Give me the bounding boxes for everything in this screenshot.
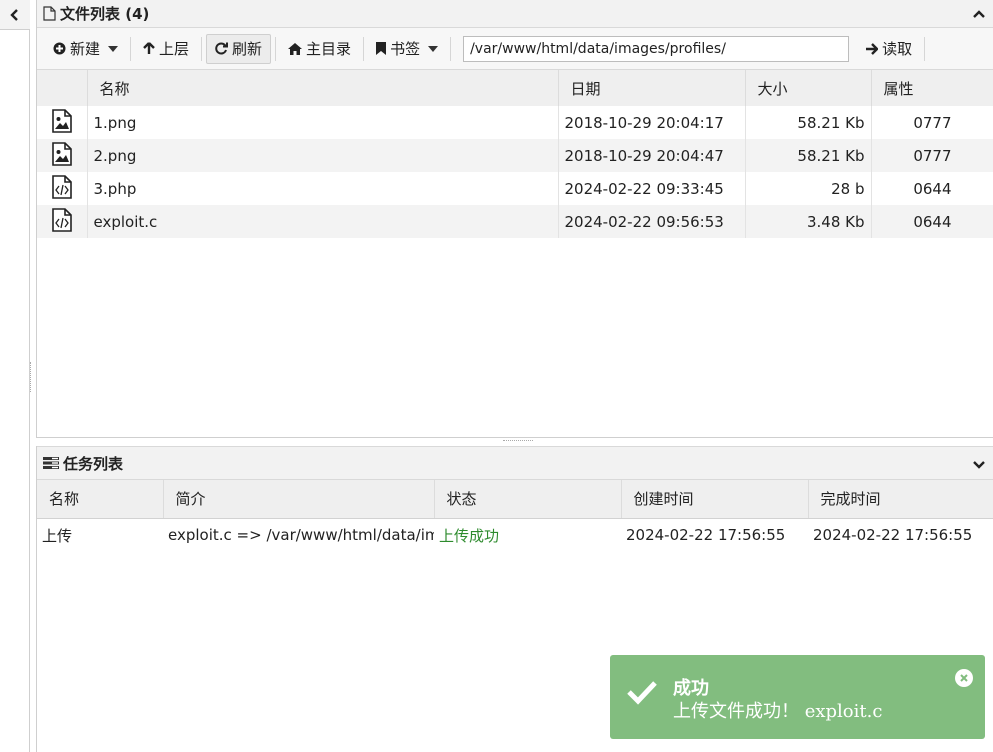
home-dir-button[interactable]: 主目录 — [280, 34, 359, 64]
file-panel-header: 文件列表 (4) — [37, 0, 993, 28]
toast-message: 上传文件成功！ exploit.c — [673, 701, 883, 722]
bookmark-button[interactable]: 书签 — [368, 34, 446, 64]
attr-column-header[interactable]: 属性 — [871, 70, 993, 106]
file-name[interactable]: exploit.c — [87, 205, 559, 238]
file-toolbar: 新建 上层 刷新 主目录 书签 /var/www/html/data/image… — [37, 28, 993, 70]
up-level-label: 上层 — [159, 40, 190, 58]
close-icon — [960, 674, 968, 682]
toolbar-divider — [363, 36, 365, 61]
table-row[interactable]: 1.png 2018-10-29 20:04:17 58.21 Kb 0777 — [37, 106, 993, 139]
task-finished: 2024-02-22 17:56:55 — [813, 526, 973, 545]
new-button-label: 新建 — [70, 40, 101, 58]
file-size: 3.48 Kb — [745, 205, 872, 238]
table-row[interactable]: 2.png 2018-10-29 20:04:47 58.21 Kb 0777 — [37, 139, 993, 172]
task-panel-header: 任务列表 — [37, 446, 993, 480]
new-button[interactable]: 新建 — [45, 34, 126, 64]
task-desc-header[interactable]: 简介 — [163, 480, 435, 519]
path-input[interactable] — [463, 35, 850, 62]
chevron-left-icon — [10, 8, 18, 21]
file-icon — [43, 6, 56, 21]
file-size: 28 b — [745, 172, 872, 205]
code-file-icon — [51, 174, 72, 199]
home-icon — [288, 42, 303, 55]
refresh-button[interactable]: 刷新 — [206, 33, 272, 64]
task-status: 上传成功 — [439, 526, 500, 545]
home-dir-label: 主目录 — [306, 40, 352, 58]
toolbar-divider — [275, 36, 277, 61]
sidebar-resize-handle[interactable] — [30, 362, 34, 392]
collapse-panel-button[interactable] — [973, 456, 985, 474]
toast-close-button[interactable] — [955, 669, 973, 687]
task-name: 上传 — [42, 526, 73, 545]
task-desc: exploit.c => /var/www/html/data/im — [168, 526, 434, 545]
file-size: 58.21 Kb — [745, 106, 872, 139]
task-created-header[interactable]: 创建时间 — [621, 480, 809, 519]
toolbar-divider — [450, 36, 452, 61]
tasks-icon — [43, 457, 59, 469]
refresh-label: 刷新 — [232, 40, 263, 58]
plus-circle-icon — [53, 42, 66, 55]
file-name[interactable]: 2.png — [87, 139, 559, 172]
refresh-icon — [215, 42, 229, 55]
task-table-header: 名称 简介 状态 创建时间 完成时间 — [37, 480, 993, 519]
file-size: 58.21 Kb — [745, 139, 872, 172]
arrow-right-icon — [865, 42, 879, 55]
file-panel-title: 文件列表 (4) — [60, 5, 150, 23]
chevron-up-icon — [973, 10, 985, 18]
caret-down-icon — [108, 45, 119, 52]
date-column-header[interactable]: 日期 — [558, 70, 746, 106]
task-panel-title: 任务列表 — [63, 454, 124, 473]
bookmark-label: 书签 — [390, 40, 421, 58]
bookmark-icon — [376, 42, 387, 55]
success-toast: 成功 上传文件成功！ exploit.c — [610, 655, 985, 739]
file-table-header: 名称 日期 大小 属性 — [37, 70, 993, 106]
toolbar-divider — [924, 36, 926, 61]
table-row[interactable]: exploit.c 2024-02-22 09:56:53 3.48 Kb 06… — [37, 205, 993, 238]
read-button[interactable]: 读取 — [857, 34, 920, 64]
file-date: 2024-02-22 09:56:53 — [558, 205, 746, 238]
task-name-header[interactable]: 名称 — [37, 480, 164, 519]
arrow-up-icon — [143, 42, 155, 55]
file-name[interactable]: 3.php — [87, 172, 559, 205]
checkmark-icon — [626, 679, 658, 709]
file-date: 2018-10-29 20:04:17 — [558, 106, 746, 139]
collapse-sidebar-button[interactable] — [0, 0, 30, 30]
left-sidebar — [0, 0, 31, 752]
toolbar-divider — [201, 36, 203, 61]
task-status-header[interactable]: 状态 — [434, 480, 622, 519]
file-attr[interactable]: 0644 — [871, 172, 993, 205]
up-level-button[interactable]: 上层 — [135, 34, 197, 64]
icon-column-header — [37, 70, 88, 106]
file-attr[interactable]: 0644 — [871, 205, 993, 238]
app-root: 文件列表 (4) 新建 上层 刷新 主目录 书签 /var/www/html/d… — [0, 0, 993, 752]
caret-down-icon — [428, 45, 439, 52]
code-file-icon — [51, 207, 72, 232]
table-row[interactable]: 3.php 2024-02-22 09:33:45 28 b 0644 — [37, 172, 993, 205]
task-finished-header[interactable]: 完成时间 — [808, 480, 993, 519]
read-button-label: 读取 — [882, 40, 913, 58]
size-column-header[interactable]: 大小 — [745, 70, 872, 106]
table-row[interactable]: 上传 exploit.c => /var/www/html/data/im 上传… — [37, 518, 993, 552]
file-date: 2018-10-29 20:04:47 — [558, 139, 746, 172]
file-attr[interactable]: 0777 — [871, 106, 993, 139]
toolbar-divider — [130, 36, 132, 61]
file-date: 2024-02-22 09:33:45 — [558, 172, 746, 205]
collapse-panel-button[interactable] — [973, 5, 985, 23]
chevron-down-icon — [973, 461, 985, 469]
panel-resize-handle[interactable] — [503, 440, 533, 443]
task-created: 2024-02-22 17:56:55 — [626, 526, 786, 545]
file-table: 名称 日期 大小 属性 1.png 2018-10-29 20:04:17 58… — [37, 70, 993, 238]
file-panel: 文件列表 (4) 新建 上层 刷新 主目录 书签 /var/www/html/d… — [36, 0, 993, 438]
file-name[interactable]: 1.png — [87, 106, 559, 139]
image-file-icon — [51, 108, 72, 133]
image-file-icon — [51, 141, 72, 166]
name-column-header[interactable]: 名称 — [87, 70, 559, 106]
file-attr[interactable]: 0777 — [871, 139, 993, 172]
task-table: 名称 简介 状态 创建时间 完成时间 上传 exploit.c => /var/… — [37, 480, 993, 552]
